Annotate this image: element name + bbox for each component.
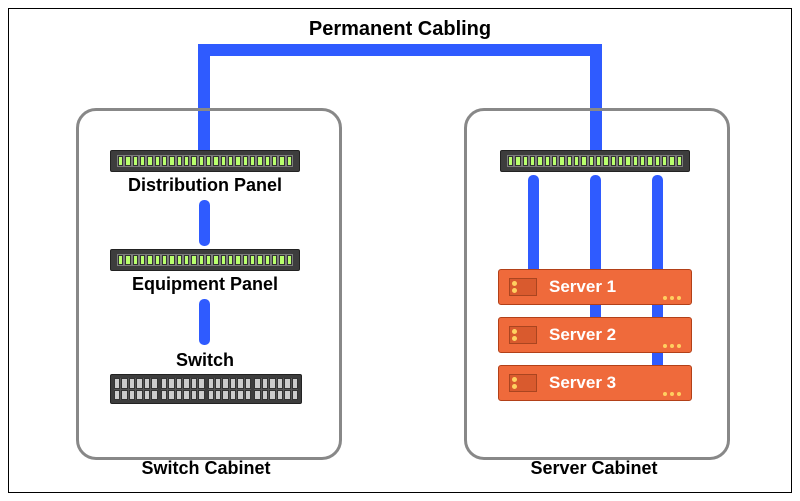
distribution-panel [110, 150, 300, 172]
cable-segment [198, 44, 602, 56]
server-1: Server 1 [498, 269, 692, 305]
diagram-title: Permanent Cabling [0, 18, 800, 41]
equipment-panel-label: Equipment Panel [110, 274, 300, 295]
server-label: Server 3 [549, 373, 616, 393]
cable-segment [528, 175, 539, 275]
server-indicator-icon [663, 270, 681, 304]
server-3: Server 3 [498, 365, 692, 401]
switch-cabinet-caption: Switch Cabinet [76, 458, 336, 479]
server-patch-panel [500, 150, 690, 172]
server-cabinet-caption: Server Cabinet [464, 458, 724, 479]
server-indicator-icon [663, 318, 681, 352]
switch-label: Switch [110, 350, 300, 371]
server-label: Server 1 [549, 277, 616, 297]
switch-port-block [114, 378, 158, 400]
switch [110, 374, 302, 404]
switch-port-block [254, 378, 298, 400]
switch-port-block [208, 378, 252, 400]
server-indicator-icon [663, 366, 681, 400]
server-label: Server 2 [549, 325, 616, 345]
distribution-panel-label: Distribution Panel [110, 175, 300, 196]
switch-port-block [161, 378, 205, 400]
server-leds-icon [509, 278, 537, 296]
cable-segment [199, 299, 210, 345]
server-2: Server 2 [498, 317, 692, 353]
server-leds-icon [509, 374, 537, 392]
equipment-panel [110, 249, 300, 271]
cable-segment [199, 200, 210, 246]
port-strip [117, 155, 293, 167]
server-leds-icon [509, 326, 537, 344]
port-strip [507, 155, 683, 167]
port-strip [117, 254, 293, 266]
